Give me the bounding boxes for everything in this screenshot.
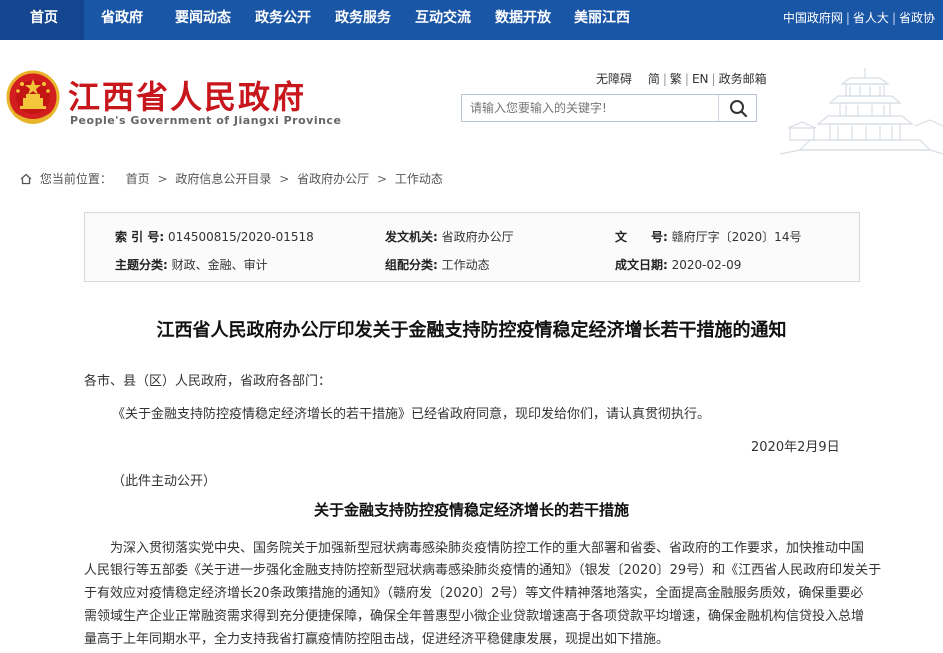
link-china-gov[interactable]: 中国政府网 xyxy=(783,11,843,25)
simplified-chinese-link[interactable]: 简 xyxy=(648,72,660,86)
search-button[interactable] xyxy=(718,95,756,121)
nav-item-beautiful-jiangxi[interactable]: 美丽江西 xyxy=(574,0,630,40)
document-title: 江西省人民政府办公厅印发关于金融支持防控疫情稳定经济增长若干措施的通知 xyxy=(156,320,787,341)
external-links: 中国政府网 | 省人大 | 省政协 xyxy=(782,11,935,25)
meta-docno-label: 文 号: xyxy=(615,230,668,244)
public-release-note: （此件主动公开） xyxy=(112,474,217,489)
nav-item-open-data[interactable]: 数据开放 xyxy=(495,0,551,40)
document-metadata-table: 索 引 号: 014500815/2020-01518 发文机关: 省政府办公厅… xyxy=(84,212,860,282)
nav-item-gov-affairs-open[interactable]: 政务公开 xyxy=(255,0,311,40)
nav-item-gov-services[interactable]: 政务服务 xyxy=(335,0,391,40)
link-provincial-congress[interactable]: 省人大 xyxy=(853,11,889,25)
meta-index-value: 014500815/2020-01518 xyxy=(167,230,314,244)
measures-title: 关于金融支持防控疫情稳定经济增长的若干措施 xyxy=(313,501,629,519)
body-line: 需领域生产企业正常融资需求得到充分便捷保障，确保全年普惠型小微企业贷款增速高于各… xyxy=(84,609,865,624)
site-subtitle: People's Government of Jiangxi Province xyxy=(70,114,342,127)
meta-docno-value: 赣府厅字〔2020〕14号 xyxy=(671,230,802,244)
nav-item-news[interactable]: 要闻动态 xyxy=(175,0,231,40)
body-line: 量高于上年同期水平，全力支持我省打赢疫情防控阻击战，促进经济平稳健康发展，现提出… xyxy=(84,632,670,647)
search-box xyxy=(461,94,757,122)
national-emblem-logo[interactable] xyxy=(6,70,60,128)
top-navigation-bar: 首页 省政府 要闻动态 政务公开 政务服务 互动交流 数据开放 美丽江西 中国政… xyxy=(0,0,943,40)
meta-topic-label: 主题分类: xyxy=(115,258,168,272)
english-link[interactable]: EN xyxy=(692,72,709,86)
breadcrumb: 您当前位置： 首页 > 政府信息公开目录 > 省政府办公厅 > 工作动态 xyxy=(20,170,443,187)
document-salutation: 各市、县（区）人民政府，省政府各部门： xyxy=(84,374,332,389)
home-icon xyxy=(20,173,32,185)
meta-category-value: 工作动态 xyxy=(441,258,490,272)
breadcrumb-work-news[interactable]: 工作动态 xyxy=(395,172,443,186)
breadcrumb-prefix: 您当前位置： xyxy=(39,172,112,186)
meta-issuer-label: 发文机关: xyxy=(385,230,438,244)
search-input[interactable] xyxy=(462,95,718,121)
document-date: 2020年2月9日 xyxy=(751,440,840,455)
meta-topic-value: 财政、金融、审计 xyxy=(171,258,268,272)
meta-topic: 主题分类: 财政、金融、审计 xyxy=(115,256,268,273)
meta-issuer: 发文机关: 省政府办公厅 xyxy=(385,228,514,245)
meta-category-label: 组配分类: xyxy=(385,258,438,272)
nav-item-interaction[interactable]: 互动交流 xyxy=(415,0,471,40)
body-line: 人民银行等五部委《关于进一步强化金融支持防控新型冠状病毒感染肺炎疫情的通知》（银… xyxy=(84,563,882,578)
body-line: 于有效应对疫情稳定经济增长20条政策措施的通知》（赣府发〔2020〕2号）等文件… xyxy=(84,586,864,601)
tengwang-pavilion-illustration xyxy=(780,68,943,155)
breadcrumb-info-catalog[interactable]: 政府信息公开目录 xyxy=(175,172,271,186)
breadcrumb-general-office[interactable]: 省政府办公厅 xyxy=(297,172,369,186)
meta-date-label: 成文日期: xyxy=(615,258,668,272)
meta-issuer-value: 省政府办公厅 xyxy=(441,230,514,244)
link-provincial-cppcc[interactable]: 省政协 xyxy=(899,11,935,25)
document-paragraph: 《关于金融支持防控疫情稳定经济增长的若干措施》已经省政府同意，现印发给你们，请认… xyxy=(112,407,711,422)
nav-item-province-gov[interactable]: 省政府 xyxy=(101,0,143,40)
search-icon xyxy=(730,100,748,118)
meta-index: 索 引 号: 014500815/2020-01518 xyxy=(115,228,314,245)
nav-item-home[interactable]: 首页 xyxy=(0,0,84,40)
meta-date: 成文日期: 2020-02-09 xyxy=(615,256,741,273)
breadcrumb-home[interactable]: 首页 xyxy=(126,172,150,186)
meta-date-value: 2020-02-09 xyxy=(671,258,742,272)
meta-docno: 文 号: 赣府厅字〔2020〕14号 xyxy=(615,228,801,245)
meta-index-label: 索 引 号: xyxy=(115,230,165,244)
header-tools: 无障碍 简 | 繁 | EN | 政务邮箱 xyxy=(596,72,767,86)
body-line: 为深入贯彻落实党中央、国务院关于加强新型冠状病毒感染肺炎疫情防控工作的重大部署和… xyxy=(110,541,865,556)
meta-category: 组配分类: 工作动态 xyxy=(385,256,490,273)
site-title[interactable]: 江西省人民政府 xyxy=(68,72,306,118)
gov-mailbox-link[interactable]: 政务邮箱 xyxy=(719,72,767,86)
traditional-chinese-link[interactable]: 繁 xyxy=(670,72,682,86)
accessibility-link[interactable]: 无障碍 xyxy=(596,72,632,86)
